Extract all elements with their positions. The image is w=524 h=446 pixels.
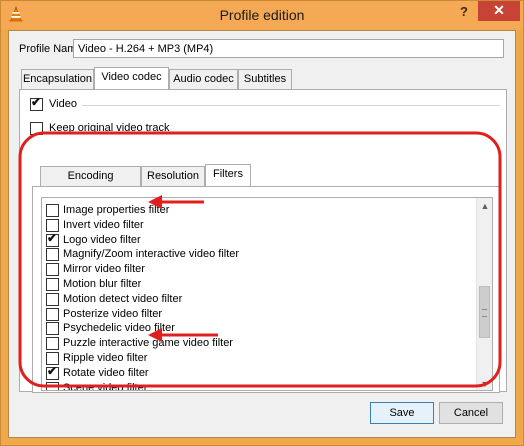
list-item[interactable]: Motion blur filter bbox=[42, 277, 472, 292]
filter-checkbox[interactable] bbox=[46, 218, 59, 232]
profile-name-input[interactable] bbox=[73, 39, 504, 58]
check-mark-icon: ✔ bbox=[47, 363, 58, 378]
filter-label: Image properties filter bbox=[63, 204, 170, 216]
filter-label: Invert video filter bbox=[63, 218, 144, 231]
filter-checkbox[interactable] bbox=[46, 278, 59, 291]
keep-original-checkbox[interactable] bbox=[30, 122, 43, 135]
list-item[interactable]: Image properties filter bbox=[42, 203, 472, 218]
filter-checkbox[interactable]: ✔ bbox=[46, 363, 59, 380]
filter-checkbox[interactable] bbox=[46, 307, 59, 321]
video-checkbox[interactable]: ✔ bbox=[30, 95, 43, 111]
tab-resolution[interactable]: Resolution bbox=[141, 166, 205, 186]
filter-checkbox[interactable] bbox=[46, 337, 59, 351]
filter-checkbox[interactable] bbox=[46, 263, 59, 277]
filters-panel: Image properties filter Invert video filt… bbox=[32, 186, 500, 393]
check-mark-icon: ✔ bbox=[47, 230, 58, 245]
filter-label: Mirror video filter bbox=[63, 263, 145, 276]
filter-label: Motion blur filter bbox=[63, 278, 142, 290]
list-item[interactable]: Psychedelic video filter bbox=[42, 321, 472, 336]
filter-label: Motion detect video filter bbox=[63, 292, 183, 305]
filter-label: Puzzle interactive game video filter bbox=[63, 337, 233, 350]
filter-label: Magnify/Zoom interactive video filter bbox=[63, 248, 240, 261]
filter-checkbox[interactable] bbox=[46, 248, 59, 262]
tab-audio-codec[interactable]: Audio codec bbox=[169, 69, 238, 89]
list-item[interactable]: ✔ Rotate video filter bbox=[42, 363, 472, 381]
keep-original-label: Keep original video track bbox=[49, 122, 170, 134]
window-title: Profile edition bbox=[219, 7, 305, 23]
check-mark-icon: ✔ bbox=[31, 95, 42, 109]
tab-filters[interactable]: Filters bbox=[205, 164, 251, 186]
tab-encapsulation[interactable]: Encapsulation bbox=[21, 69, 94, 89]
tab-video-codec[interactable]: Video codec bbox=[94, 67, 169, 89]
tab-encoding-parameters[interactable]: Encoding parameters bbox=[40, 166, 141, 200]
filter-checkbox[interactable] bbox=[46, 204, 59, 217]
profile-edition-window: Profile edition ? ✕ Profile Name Encapsu… bbox=[0, 0, 524, 446]
filter-label: Rotate video filter bbox=[63, 366, 149, 379]
title-bar[interactable]: Profile edition ? ✕ bbox=[0, 0, 524, 29]
dialog-body: Profile Name Encapsulation Video codec A… bbox=[8, 30, 516, 438]
filter-checkbox[interactable] bbox=[46, 322, 59, 336]
filter-label: Logo video filter bbox=[63, 233, 141, 246]
filter-label: Psychedelic video filter bbox=[63, 322, 175, 335]
list-item[interactable]: Posterize video filter bbox=[42, 307, 472, 322]
list-item[interactable]: Motion detect video filter bbox=[42, 292, 472, 307]
filter-label: Scene video filter bbox=[63, 381, 148, 391]
scroll-thumb[interactable] bbox=[479, 286, 490, 338]
list-item[interactable]: ✔ Logo video filter bbox=[42, 230, 472, 248]
filter-label: Posterize video filter bbox=[63, 307, 163, 320]
filter-checkbox[interactable] bbox=[46, 292, 59, 306]
vertical-scrollbar[interactable]: ▲ ▼ bbox=[476, 198, 492, 390]
scroll-down-icon[interactable]: ▼ bbox=[477, 376, 492, 390]
list-item[interactable]: Ripple video filter bbox=[42, 351, 472, 366]
filter-label: Ripple video filter bbox=[63, 352, 148, 364]
tab-subtitles[interactable]: Subtitles bbox=[238, 69, 292, 89]
video-label: Video bbox=[49, 98, 77, 110]
video-codec-panel: ✔ Video Keep original video track Encodi… bbox=[19, 89, 507, 393]
help-button[interactable]: ? bbox=[453, 3, 475, 23]
group-divider bbox=[82, 105, 500, 106]
close-button[interactable]: ✕ bbox=[478, 1, 520, 21]
list-item[interactable]: Scene video filter bbox=[42, 381, 472, 391]
save-button[interactable]: Save bbox=[370, 402, 434, 424]
filter-checkbox[interactable] bbox=[46, 381, 59, 390]
list-item[interactable]: Puzzle interactive game video filter bbox=[42, 336, 472, 351]
scroll-up-icon[interactable]: ▲ bbox=[477, 198, 492, 214]
list-item[interactable]: Mirror video filter bbox=[42, 262, 472, 277]
cancel-button[interactable]: Cancel bbox=[439, 402, 503, 424]
list-item[interactable]: Magnify/Zoom interactive video filter bbox=[42, 247, 472, 262]
list-item[interactable]: Invert video filter bbox=[42, 218, 472, 233]
filters-list[interactable]: Image properties filter Invert video filt… bbox=[41, 197, 493, 391]
filter-checkbox[interactable]: ✔ bbox=[46, 230, 59, 247]
